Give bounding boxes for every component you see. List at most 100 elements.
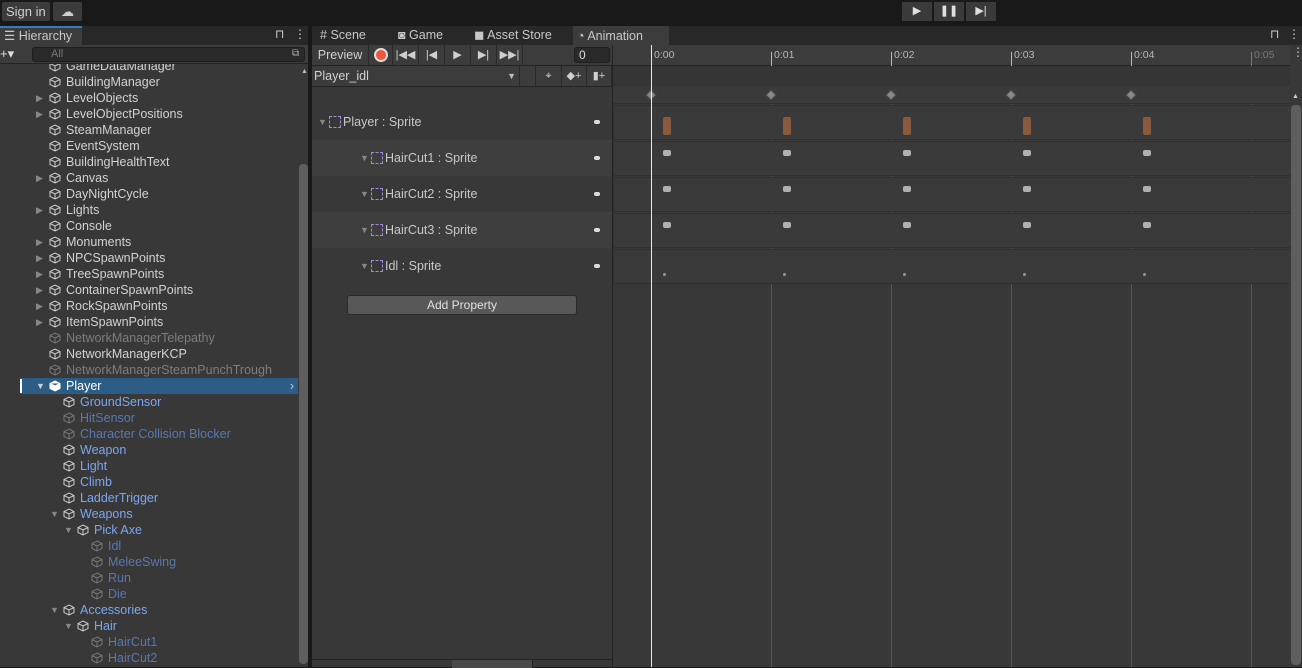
hierarchy-item[interactable]: ▶ TreeSpawnPoints — [20, 266, 298, 282]
hierarchy-item[interactable]: SteamManager — [20, 122, 298, 138]
sprite-keyframe[interactable] — [1023, 273, 1026, 276]
tab-asset-store[interactable]: ◼ Asset Store — [470, 26, 552, 45]
filter-by-selection-button[interactable]: ⌖ — [536, 66, 562, 86]
sprite-keyframe[interactable] — [783, 273, 786, 276]
triangle-down-icon[interactable]: ▼ — [64, 618, 73, 634]
hierarchy-item[interactable]: BuildingHealthText — [20, 154, 298, 170]
triangle-down-icon[interactable]: ▼ — [50, 602, 59, 618]
hierarchy-item[interactable]: EventSystem — [20, 138, 298, 154]
hierarchy-item[interactable]: ▶ ContainerSpawnPoints — [20, 282, 298, 298]
triangle-right-icon[interactable]: ▶ — [36, 106, 43, 122]
first-key-button[interactable]: |◀◀ — [393, 45, 419, 65]
triangle-right-icon[interactable]: ▶ — [36, 202, 43, 218]
options-dot-icon[interactable] — [594, 156, 600, 160]
hierarchy-item[interactable]: GameDataManager — [20, 64, 298, 74]
add-keyframe-button[interactable]: ◆+ — [562, 66, 587, 86]
triangle-right-icon[interactable]: ▶ — [36, 234, 43, 250]
time-ruler[interactable] — [613, 45, 1290, 66]
sprite-keyframe[interactable] — [903, 222, 911, 228]
timeline-scrollbar[interactable]: ⋮ ▲ — [1290, 45, 1302, 667]
triangle-down-icon[interactable]: ▼ — [360, 248, 369, 284]
pause-button[interactable]: ❚❚ — [934, 2, 964, 21]
hierarchy-item[interactable]: ▶ NPCSpawnPoints — [20, 250, 298, 266]
hierarchy-item[interactable]: Climb — [20, 474, 298, 490]
hierarchy-item[interactable]: HitSensor — [20, 410, 298, 426]
triangle-right-icon[interactable]: ▶ — [36, 266, 43, 282]
sprite-keyframe[interactable] — [1023, 150, 1031, 156]
hierarchy-item[interactable]: ▶ Monuments — [20, 234, 298, 250]
clip-dropdown[interactable]: Player_idl ▼ — [314, 67, 519, 86]
preview-button[interactable]: Preview — [312, 45, 369, 65]
hierarchy-item[interactable]: LadderTrigger — [20, 490, 298, 506]
filter-button[interactable] — [519, 66, 536, 86]
triangle-right-icon[interactable]: ▶ — [36, 250, 43, 266]
hierarchy-item[interactable]: HairCut1 — [20, 634, 298, 650]
property-row[interactable]: ▼ Idl : Sprite — [312, 248, 612, 284]
add-event-button[interactable]: ▮+ — [587, 66, 612, 86]
step-button[interactable]: ▶| — [966, 2, 996, 21]
hierarchy-item[interactable]: DayNightCycle — [20, 186, 298, 202]
tab-hierarchy[interactable]: ☰ Hierarchy — [0, 26, 82, 45]
playhead[interactable] — [651, 45, 652, 667]
triangle-down-icon[interactable]: ▼ — [50, 506, 59, 522]
triangle-right-icon[interactable]: ▶ — [36, 314, 43, 330]
hierarchy-item[interactable]: GroundSensor — [20, 394, 298, 410]
more-icon[interactable]: ⋮ — [294, 27, 306, 41]
record-button[interactable] — [369, 45, 393, 65]
options-dot-icon[interactable] — [594, 228, 600, 232]
sprite-keyframe[interactable] — [1143, 273, 1146, 276]
create-dropdown[interactable]: +▾ — [0, 46, 14, 62]
hierarchy-item[interactable]: ▶ LevelObjects — [20, 90, 298, 106]
hierarchy-item[interactable]: NetworkManagerTelepathy — [20, 330, 298, 346]
sprite-keyframe[interactable] — [1023, 222, 1031, 228]
sprite-keyframe[interactable] — [783, 186, 791, 192]
chevron-right-icon[interactable]: › — [290, 378, 294, 394]
hierarchy-item[interactable]: Weapon — [20, 442, 298, 458]
hierarchy-item[interactable]: ▶ LevelObjectPositions — [20, 106, 298, 122]
options-dot-icon[interactable] — [594, 192, 600, 196]
sprite-keyframe[interactable] — [1023, 117, 1031, 135]
triangle-down-icon[interactable]: ▼ — [36, 378, 45, 394]
sprite-keyframe[interactable] — [663, 222, 671, 228]
hierarchy-item[interactable]: ▼ Weapons — [20, 506, 298, 522]
sprite-keyframe[interactable] — [1143, 222, 1151, 228]
options-dot-icon[interactable] — [594, 264, 600, 268]
triangle-down-icon[interactable]: ▼ — [360, 176, 369, 212]
sprite-keyframe[interactable] — [1023, 186, 1031, 192]
hierarchy-item[interactable]: Die — [20, 586, 298, 602]
sprite-keyframe[interactable] — [903, 186, 911, 192]
play-button[interactable]: ▶ — [902, 2, 932, 21]
frame-input[interactable]: 0 — [574, 47, 610, 63]
sign-in-button[interactable]: Sign in — [2, 2, 50, 21]
hierarchy-item[interactable]: Run — [20, 570, 298, 586]
scrollbar-thumb[interactable] — [299, 164, 308, 664]
sprite-keyframe[interactable] — [783, 222, 791, 228]
triangle-right-icon[interactable]: ▶ — [36, 90, 43, 106]
more-icon[interactable]: ⋮ — [1292, 45, 1302, 59]
hierarchy-scrollbar[interactable]: ▲ — [299, 68, 308, 667]
hierarchy-item[interactable]: MeleeSwing — [20, 554, 298, 570]
hierarchy-item[interactable]: NetworkManagerSteamPunchTrough — [20, 362, 298, 378]
dopesheet-timeline[interactable]: 0:00 0:01 0:02 0:03 0:04 0:05 — [613, 45, 1290, 667]
hierarchy-item[interactable]: ▼ Accessories — [20, 602, 298, 618]
hierarchy-item[interactable]: ▶ Canvas — [20, 170, 298, 186]
last-key-button[interactable]: ▶▶| — [497, 45, 523, 65]
triangle-down-icon[interactable]: ▼ — [64, 522, 73, 538]
cloud-button[interactable]: ☁ — [53, 2, 82, 21]
hierarchy-item[interactable]: Light — [20, 458, 298, 474]
triangle-right-icon[interactable]: ▶ — [36, 298, 43, 314]
hierarchy-item[interactable]: Character Collision Blocker — [20, 426, 298, 442]
lock-icon[interactable]: ⊓ — [1270, 27, 1279, 41]
sprite-keyframe[interactable] — [663, 273, 666, 276]
tab-scene[interactable]: # Scene — [316, 26, 366, 45]
hierarchy-item[interactable]: BuildingManager — [20, 74, 298, 90]
sprite-keyframe[interactable] — [903, 150, 911, 156]
search-window-icon[interactable]: ⧉ — [292, 48, 299, 59]
triangle-down-icon[interactable]: ▼ — [318, 104, 327, 140]
hierarchy-item[interactable]: ▶ RockSpawnPoints — [20, 298, 298, 314]
property-row[interactable]: ▼ HairCut3 : Sprite — [312, 212, 612, 248]
hierarchy-item[interactable]: ▼ Pick Axe — [20, 522, 298, 538]
lock-icon[interactable]: ⊓ — [275, 27, 284, 41]
triangle-right-icon[interactable]: ▶ — [36, 282, 43, 298]
triangle-right-icon[interactable]: ▶ — [36, 170, 43, 186]
